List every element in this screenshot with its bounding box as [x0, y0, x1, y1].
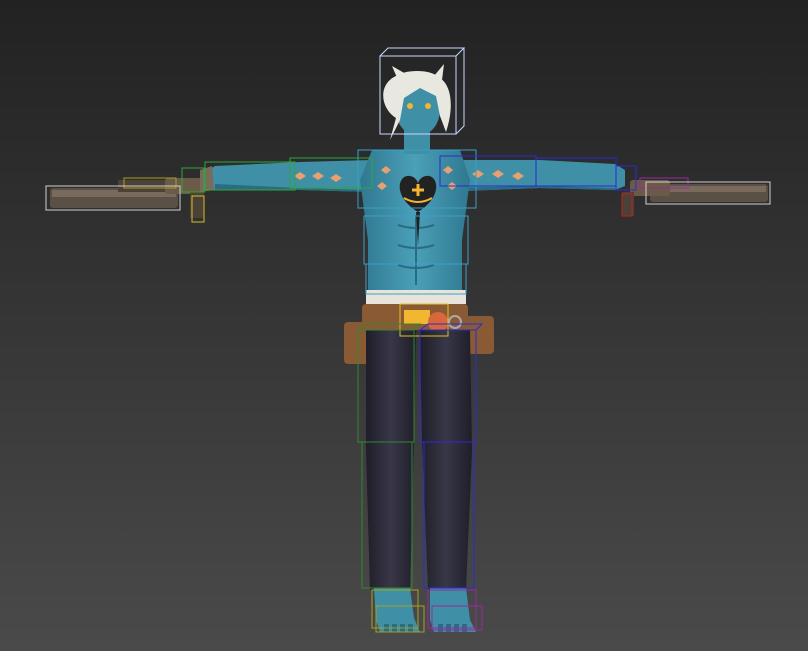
3d-viewport[interactable] — [0, 0, 808, 651]
belt-buckle — [404, 310, 430, 324]
left-wrist-band — [200, 166, 214, 192]
left-leg-pants — [366, 330, 416, 590]
waistband — [366, 290, 466, 304]
belt-badge — [428, 312, 448, 332]
right-leg-pants — [420, 330, 472, 590]
viewport-scene[interactable] — [0, 0, 808, 651]
torso[interactable] — [360, 150, 470, 290]
left-eye — [407, 103, 413, 109]
right-eye — [425, 103, 431, 109]
